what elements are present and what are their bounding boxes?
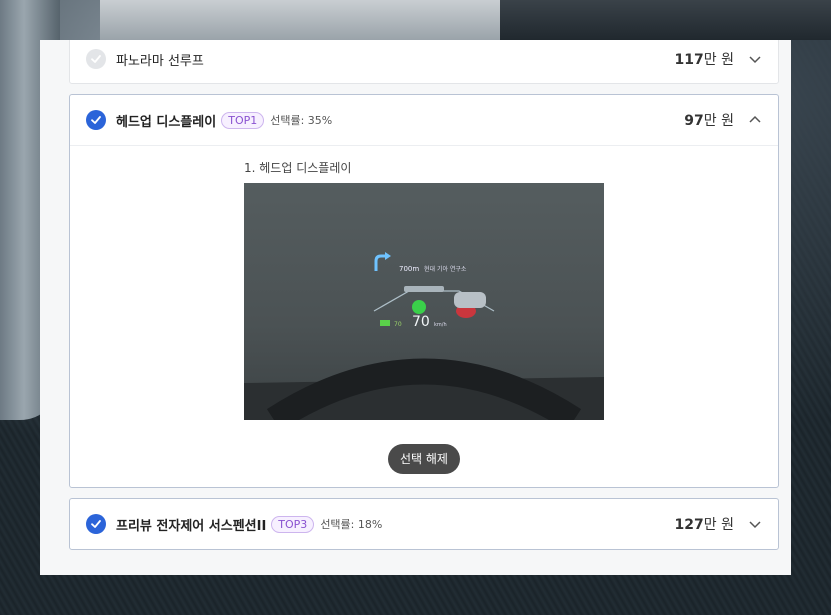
check-icon[interactable] xyxy=(86,514,106,534)
hud-speed-unit: km/h xyxy=(434,322,447,328)
hud-place: 현대 기아 연구소 xyxy=(424,265,467,273)
option-card-panorama[interactable]: 파노라마 선루프 117만 원 xyxy=(69,40,779,84)
option-card-suspension[interactable]: 프리뷰 전자제어 서스펜션II TOP3 선택률: 18% 127만 원 xyxy=(69,498,779,550)
hud-status-icon xyxy=(380,320,390,326)
side-car xyxy=(454,292,486,308)
turn-arrow-head xyxy=(385,252,391,260)
deselect-button[interactable]: 선택 해제 xyxy=(388,444,460,474)
hud-distance: 700m xyxy=(399,265,419,273)
option-price: 127만 원 xyxy=(674,517,734,533)
background-top-left xyxy=(100,0,500,40)
rank-badge: TOP3 xyxy=(271,515,315,533)
rank-badge: TOP1 xyxy=(221,111,265,129)
lane-assist-icon xyxy=(412,300,426,314)
option-label: 프리뷰 전자제어 서스펜션II xyxy=(116,518,267,534)
option-detail-hud: 1. 헤드업 디스플레이 700m 현대 기아 연구소 70 km/h 70 선… xyxy=(70,146,778,487)
hud-limit: 70 xyxy=(394,321,402,328)
chevron-down-icon[interactable] xyxy=(748,517,762,531)
hud-photo: 700m 현대 기아 연구소 70 km/h 70 xyxy=(244,183,604,420)
chevron-up-icon[interactable] xyxy=(748,113,762,127)
detail-title: 1. 헤드업 디스플레이 xyxy=(244,161,352,175)
option-header-hud[interactable]: 헤드업 디스플레이 TOP1 선택률: 35% 97만 원 xyxy=(70,95,778,145)
background-top-right xyxy=(500,0,831,40)
check-icon[interactable] xyxy=(86,49,106,69)
options-panel: 파노라마 선루프 117만 원 헤드업 디스플레이 TOP1 선택률: 35% … xyxy=(40,40,791,575)
selection-rate: 선택률: 35% xyxy=(270,114,333,127)
option-header-suspension[interactable]: 프리뷰 전자제어 서스펜션II TOP3 선택률: 18% 127만 원 xyxy=(70,499,778,549)
hud-speed: 70 xyxy=(412,314,430,330)
car-ahead xyxy=(404,286,444,292)
chevron-down-icon[interactable] xyxy=(748,52,762,66)
option-label: 파노라마 선루프 xyxy=(116,53,204,69)
hud-illustration: 700m 현대 기아 연구소 70 km/h 70 xyxy=(244,252,604,420)
option-price: 117만 원 xyxy=(674,52,734,68)
option-card-hud[interactable]: 헤드업 디스플레이 TOP1 선택률: 35% 97만 원 1. 헤드업 디스플… xyxy=(69,94,779,488)
option-label: 헤드업 디스플레이 xyxy=(116,114,217,130)
selection-rate: 선택률: 18% xyxy=(320,518,383,531)
option-price: 97만 원 xyxy=(684,113,734,129)
check-icon[interactable] xyxy=(86,110,106,130)
option-header-panorama[interactable]: 파노라마 선루프 117만 원 xyxy=(70,40,778,83)
